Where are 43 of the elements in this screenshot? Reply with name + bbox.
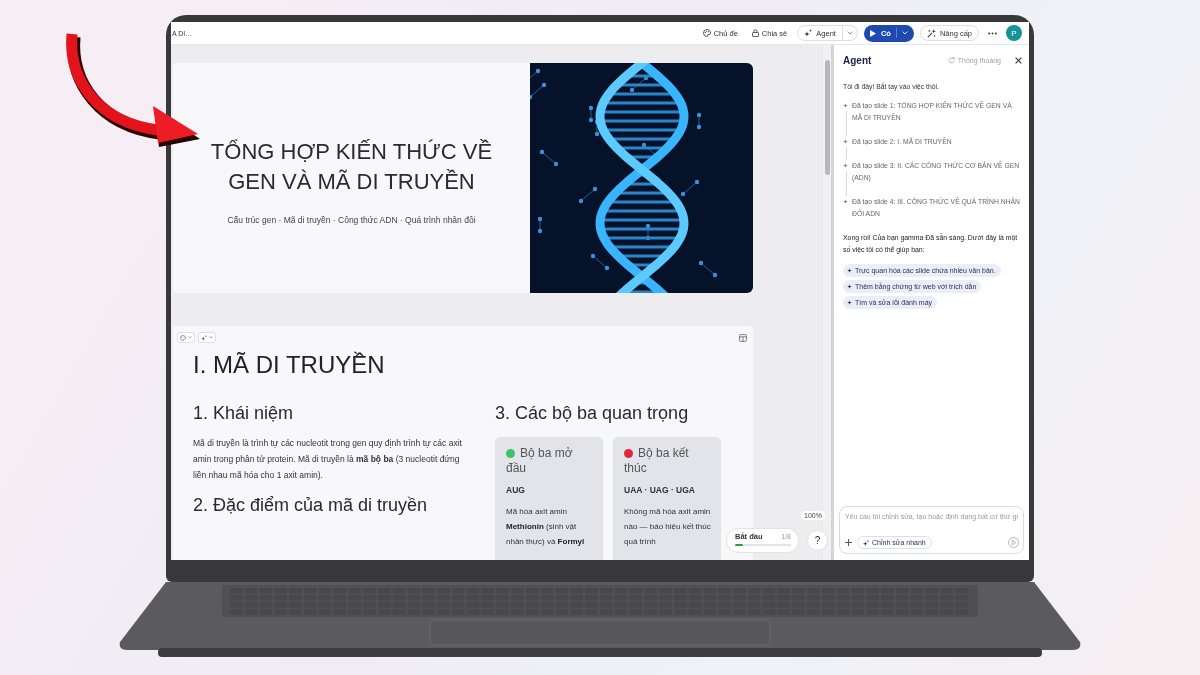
sparkle-icon xyxy=(863,539,869,546)
sparkle-icon xyxy=(847,284,852,289)
lock-icon xyxy=(751,29,759,37)
palette-icon xyxy=(702,29,711,37)
codon-description: Mã hóa axit amin Methionin (sinh vật nhân thực) và Formyl xyxy=(506,506,586,548)
sparkle-icon xyxy=(843,103,848,108)
panel-title: Agent xyxy=(843,54,872,66)
caret-icon xyxy=(188,336,192,339)
sparkle-icon xyxy=(843,163,848,168)
section-heading: 2. Đặc điểm của mã di truyền xyxy=(193,494,429,517)
close-icon[interactable] xyxy=(1015,56,1022,64)
send-icon[interactable] xyxy=(1008,537,1019,548)
codon-codes: AUG xyxy=(506,484,526,496)
caret-icon xyxy=(209,336,213,339)
codon-description: Không mã hóa axit amin nào — báo hiệu kết thúc quá trình xyxy=(624,506,712,548)
sparkle-icon xyxy=(847,268,852,273)
section-heading: 3. Các bộ ba quan trọng xyxy=(495,402,690,425)
body-paragraph: Mã di truyền là trình tự các nucleotit trong gen quy định trình tự các axit amin trong phân tử protein. Mã di truyền là mã bộ ba (3 nucleotit đứng liền nhau mã hóa cho 1 axit amin). xyxy=(193,437,463,482)
sparkle-icon xyxy=(201,334,207,341)
section-heading: 1. Khái niệm xyxy=(193,402,295,425)
slide-subtitle: Cấu trúc gen · Mã di truyền · Công thức ADN · Quá trình nhân đôi xyxy=(227,215,476,225)
sparkle-icon xyxy=(847,300,852,305)
palette-icon xyxy=(180,334,186,341)
palette-dropdown[interactable] xyxy=(177,332,195,343)
more-icon[interactable] xyxy=(988,31,997,35)
slide-title: TỔNG HỢP KIẾN THỨC VỀ GEN VÀ MÃ DI TRUYỀN xyxy=(209,138,494,196)
codon-card-title: Bộ ba kết thúc xyxy=(624,446,689,475)
caret-icon xyxy=(901,31,908,35)
play-icon xyxy=(869,29,876,37)
codon-codes: UAA · UAG · UGA xyxy=(624,484,696,496)
slide-heading: I. MÃ DI TRUYỀN xyxy=(193,351,386,379)
layout-icon[interactable] xyxy=(739,333,747,342)
codon-card-title: Bộ ba mở đầu xyxy=(506,446,573,475)
caret-icon xyxy=(846,31,853,35)
sparkle-dropdown[interactable] xyxy=(198,332,216,343)
avatar[interactable]: P xyxy=(1006,25,1022,41)
sparkle-icon xyxy=(843,199,848,204)
plus-icon[interactable] xyxy=(845,539,852,546)
sparkle-icon xyxy=(843,139,848,144)
sparkle-icon xyxy=(804,29,813,37)
refresh-icon xyxy=(947,56,955,64)
scrollbar-thumb[interactable] xyxy=(825,60,830,175)
wand-icon xyxy=(926,28,936,38)
